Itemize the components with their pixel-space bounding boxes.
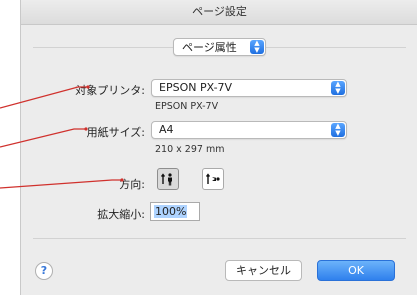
callout-dot-paper [84, 127, 88, 131]
callout-dot-printer [86, 85, 90, 89]
callout-line-orientation [0, 179, 122, 189]
callout-lines [0, 85, 124, 189]
callout-line-paper [0, 128, 86, 148]
callout-line-printer [0, 86, 88, 109]
callout-dot-orientation [120, 178, 124, 182]
